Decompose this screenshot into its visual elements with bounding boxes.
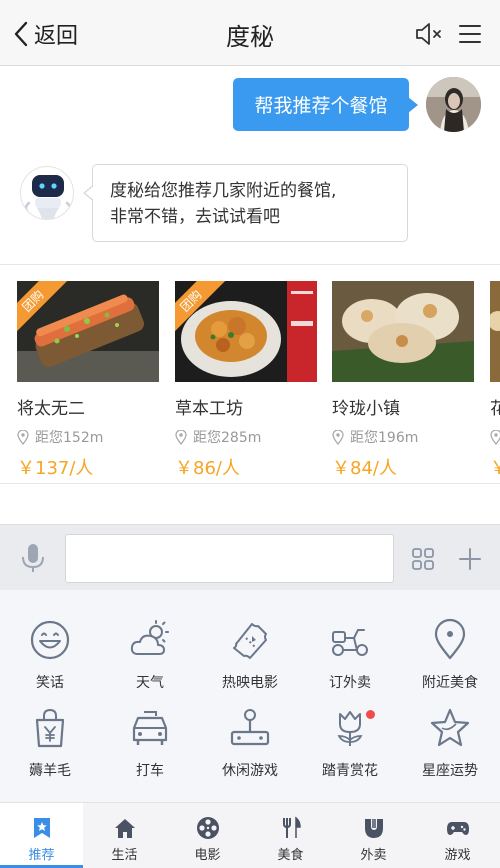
fork-knife-icon [282,816,301,838]
restaurant-price: ￥86/人 [175,458,240,479]
tab-movies[interactable]: 电影 [166,803,249,868]
restaurant-price: ￥ [490,454,500,480]
distance-text: 距您285m [193,430,262,446]
feature-deals[interactable]: 薅羊毛 [0,706,100,796]
feature-label: 热映电影 [222,675,278,691]
tab-label: 电影 [194,848,221,863]
feature-label: 订外卖 [329,675,371,691]
feature-label: 踏青赏花 [322,763,378,779]
feature-label: 打车 [136,763,164,779]
restaurant-distance: 距您196m [332,427,474,447]
feature-joke[interactable]: 笑话 [0,618,100,708]
restaurant-name: 草本工坊 [175,399,243,419]
bot-message-bubble: 度秘给您推荐几家附近的餐馆, 非常不错，去试试看吧 [83,164,408,242]
feature-label: 休闲游戏 [222,763,278,779]
feature-weather[interactable]: 天气 [100,618,200,708]
restaurant-photo: 团购 [17,281,159,382]
restaurant-photo [490,281,500,382]
film-reel-icon [196,817,219,839]
tab-label: 美食 [277,848,304,863]
restaurant-name: 玲珑小镇 [332,399,400,419]
tab-label: 推荐 [28,848,55,863]
feature-label: 天气 [136,675,164,691]
user-photo [426,77,481,132]
user-message-bubble: 帮我推荐个餐馆 [233,78,418,131]
tab-games[interactable]: 游戏 [415,803,500,868]
tab-label: 外卖 [360,848,387,863]
user-avatar[interactable] [426,77,481,132]
user-message-text: 帮我推荐个餐馆 [254,95,388,117]
restaurant-distance: 距 [490,427,500,447]
gamepad-icon [446,822,469,835]
tab-label: 游戏 [444,848,471,863]
feature-label: 星座运势 [422,763,478,779]
distance-text: 距您196m [350,430,419,446]
tab-recommend[interactable]: 推荐 [0,803,83,868]
star-icon [430,708,470,747]
feature-movies[interactable]: 热映电影 [200,618,300,708]
tab-takeout[interactable]: 外卖 [332,803,415,868]
feature-takeout[interactable]: 订外卖 [300,618,400,708]
home-icon [114,819,135,838]
input-bar [0,524,500,590]
restaurant-price: ￥84/人 [332,458,397,479]
location-pin-icon [17,429,29,445]
restaurant-card[interactable]: 玲珑小镇 距您196m ￥84/人 [332,281,474,480]
tab-life[interactable]: 生活 [83,803,166,868]
shopping-bag-yen-icon [35,708,65,748]
location-pin-icon [175,429,187,445]
restaurant-distance: 距您285m [175,427,317,447]
restaurant-name: 将太无二 [17,399,85,419]
speaker-mute-icon[interactable] [414,20,444,48]
feature-label: 附近美食 [422,675,478,691]
grid-icon[interactable] [411,547,435,571]
feature-horoscope[interactable]: 星座运势 [400,706,500,796]
location-pin-icon [490,429,500,445]
bot-message-line: 度秘给您推荐几家附近的餐馆, [110,181,337,201]
feature-spring-outing[interactable]: 踏青赏花 [300,706,400,796]
microphone-icon[interactable] [20,542,46,574]
smile-face-icon [30,620,70,660]
feature-games[interactable]: 休闲游戏 [200,706,300,796]
restaurant-card[interactable]: 团购 将太无二 距您152m ￥137/人 [17,281,159,480]
tab-food[interactable]: 美食 [249,803,332,868]
feature-grid: 笑话 天气 热映电影 订外卖 附近美食 薅羊毛 打车 休闲游戏 踏青赏花 星座运… [0,590,500,802]
feature-label: 笑话 [36,675,64,691]
restaurant-card[interactable]: 花 距 ￥ [490,281,500,480]
menu-icon[interactable] [458,22,482,46]
tab-label: 生活 [111,848,138,863]
location-pin-icon [434,618,466,660]
robot-icon [24,175,72,219]
restaurant-distance: 距您152m [17,427,159,447]
feature-label: 薅羊毛 [29,763,71,779]
restaurant-photo [332,281,474,382]
restaurant-card[interactable]: 团购 草本工坊 距您285m ￥86/人 [175,281,317,480]
location-pin-icon [332,429,344,445]
weather-cloud-sun-icon [130,620,169,655]
bot-avatar[interactable] [20,166,74,220]
restaurant-price: ￥137/人 [17,458,94,479]
joystick-icon [230,709,270,746]
notification-badge [366,710,375,719]
movie-ticket-icon [233,623,267,659]
restaurant-photo: 团购 [175,281,317,382]
takeout-icon [364,819,383,838]
restaurant-carousel[interactable]: 团购 将太无二 距您152m ￥137/人 团购 草本工坊 距您285m ￥86… [0,264,500,484]
feature-taxi[interactable]: 打车 [100,706,200,796]
plus-icon[interactable] [458,547,482,571]
message-input[interactable] [65,534,394,583]
navigation-bar: 返回 度秘 [0,0,500,66]
bookmark-star-icon [33,818,50,838]
taxi-icon [132,711,168,745]
distance-text: 距您152m [35,430,104,446]
tab-bar: 推荐 生活 电影 美食 外卖 游戏 [0,802,500,868]
feature-nearby-food[interactable]: 附近美食 [400,618,500,708]
bot-message-line: 非常不错，去试试看吧 [110,207,280,227]
delivery-scooter-icon [332,629,368,656]
restaurant-name: 花 [490,394,500,419]
